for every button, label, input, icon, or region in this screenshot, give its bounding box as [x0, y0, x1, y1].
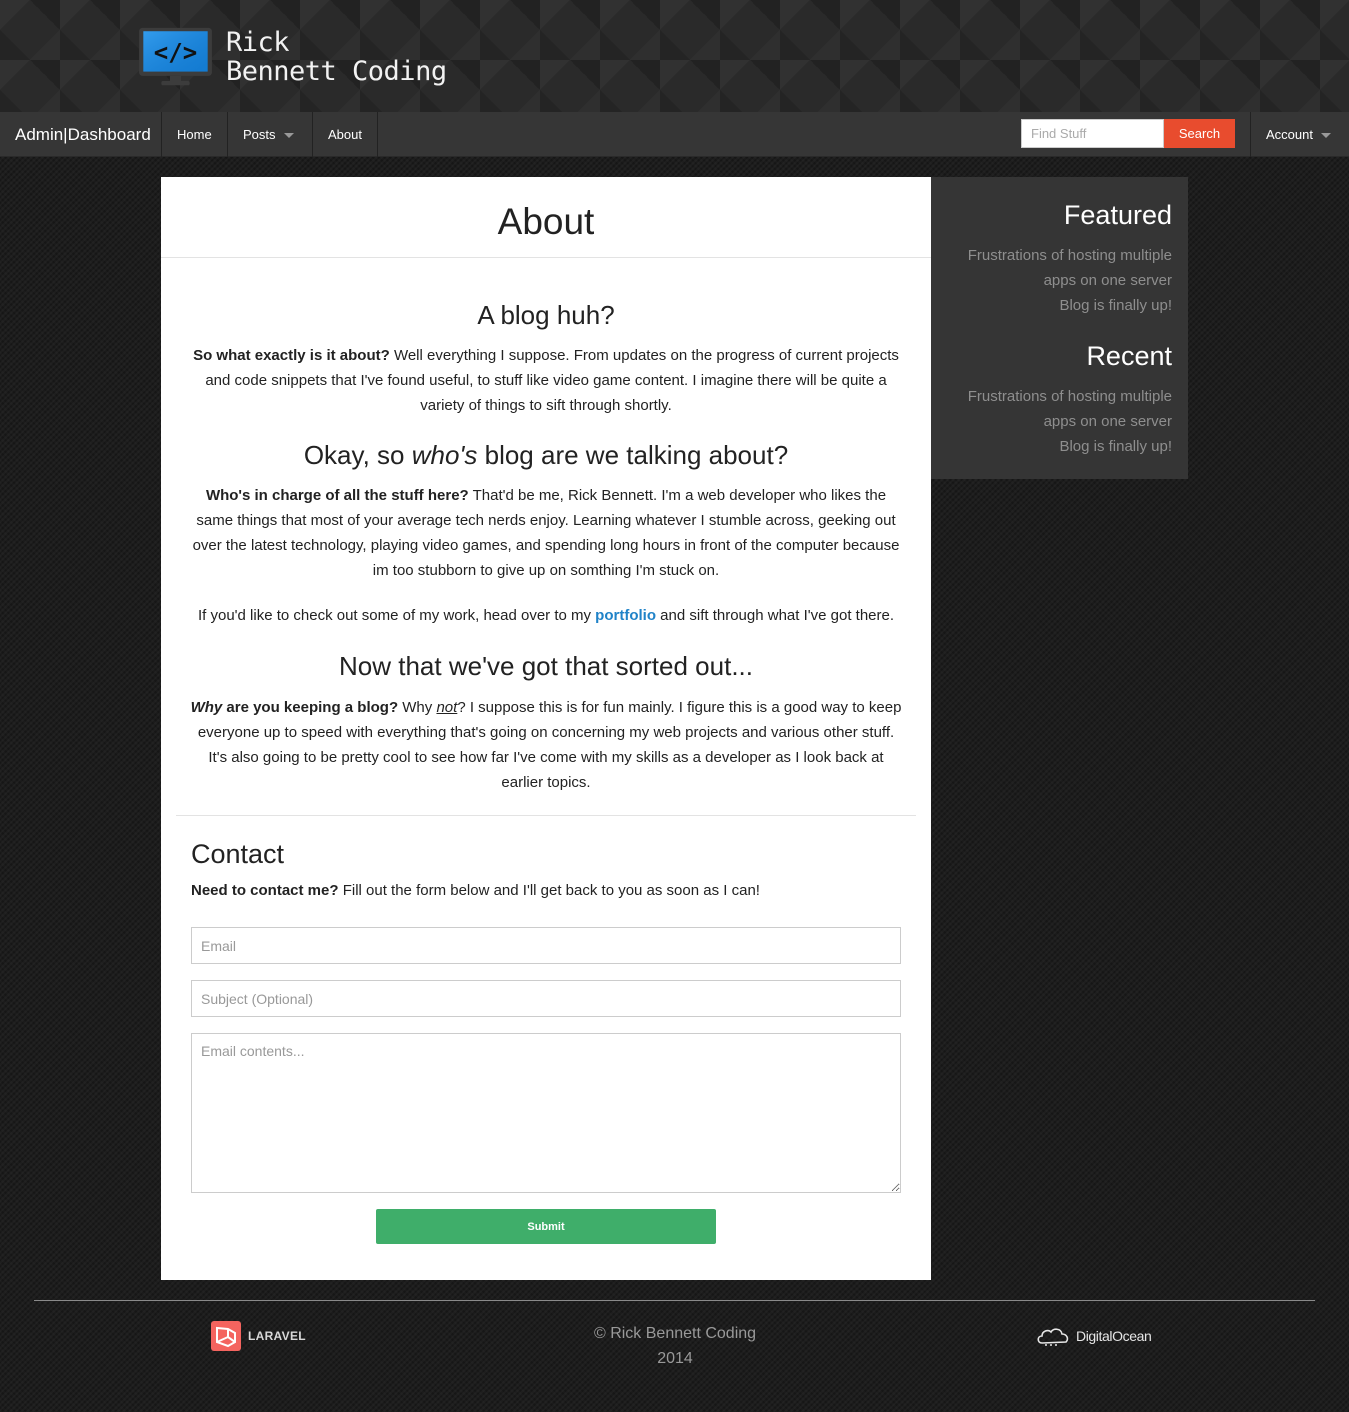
nav-posts-label: Posts: [243, 127, 276, 142]
underlined-emphasis: not: [436, 699, 458, 716]
section-heading-whos: Okay, so who's blog are we talking about…: [161, 440, 931, 471]
copyright-line: © Rick Bennett Coding: [593, 1325, 757, 1342]
featured-link[interactable]: Frustrations of hosting multiple apps on…: [942, 243, 1172, 293]
site-logo-text[interactable]: Rick Bennett Coding: [226, 28, 447, 86]
nav-home-label: Home: [177, 127, 212, 142]
laravel-label: LARAVEL: [248, 1329, 306, 1343]
email-contents-textarea[interactable]: [191, 1033, 901, 1193]
logo-line-1: Rick: [226, 27, 290, 58]
digitalocean-cloud-icon: [1037, 1328, 1069, 1346]
heading-part: Okay, so: [303, 440, 412, 470]
site-banner: </> Rick Bennett Coding: [0, 0, 1349, 112]
featured-link[interactable]: Blog is finally up!: [942, 293, 1172, 318]
contact-intro: Need to contact me? Fill out the form be…: [191, 882, 760, 899]
contact-heading: Contact: [191, 839, 285, 869]
nav-about[interactable]: About: [312, 112, 378, 157]
digitalocean-label: DigitalOcean: [1076, 1328, 1152, 1344]
paragraph-text: Why: [398, 699, 437, 716]
subject-field[interactable]: [191, 980, 901, 1017]
section-paragraph-why: Why are you keeping a blog? Why not? I s…: [189, 695, 903, 795]
nav-home[interactable]: Home: [161, 112, 227, 157]
recent-link[interactable]: Frustrations of hosting multiple apps on…: [942, 384, 1172, 434]
contact-intro-bold: Need to contact me?: [191, 882, 339, 899]
featured-heading: Featured: [1063, 200, 1172, 230]
paragraph-bold-lead: So what exactly is it about?: [193, 347, 390, 364]
section-paragraph-blog: So what exactly is it about? Well everyt…: [189, 343, 903, 418]
paragraph-bold-lead: Who's in charge of all the stuff here?: [205, 487, 469, 504]
title-divider: [161, 257, 931, 258]
logo-line-2: Bennett Coding: [226, 56, 447, 87]
heading-emphasis: who's: [411, 440, 478, 470]
sidebar: Featured Frustrations of hosting multipl…: [931, 177, 1188, 479]
nav-account-dropdown[interactable]: Account: [1250, 112, 1349, 157]
nav-posts-dropdown[interactable]: Posts: [227, 112, 309, 157]
nav-account-label: Account: [1266, 127, 1313, 142]
contact-divider: [176, 815, 916, 816]
section-paragraph-whos: Who's in charge of all the stuff here? T…: [189, 483, 903, 583]
footer-copyright: © Rick Bennett Coding 2014: [575, 1321, 775, 1371]
paragraph-text: If you'd like to check out some of my wo…: [197, 607, 596, 624]
admin-dashboard-brand[interactable]: Admin|Dashboard: [15, 112, 151, 157]
footer-divider: [34, 1300, 1315, 1301]
section-heading-sorted: Now that we've got that sorted out...: [339, 651, 753, 681]
heading-part: blog are we talking about?: [477, 440, 789, 470]
submit-button[interactable]: Submit: [376, 1209, 716, 1244]
about-card: About A blog huh? So what exactly is it …: [161, 177, 931, 1280]
bold-emphasis: Why: [190, 699, 223, 716]
section-heading-blog: A blog huh?: [477, 300, 615, 330]
portfolio-paragraph: If you'd like to check out some of my wo…: [181, 603, 911, 628]
bold-rest: are you keeping a blog?: [222, 699, 399, 716]
digitalocean-logo[interactable]: DigitalOcean: [1036, 1324, 1152, 1348]
svg-text:</>: </>: [154, 38, 197, 66]
recent-heading: Recent: [1086, 341, 1172, 371]
chevron-down-icon: [283, 133, 294, 139]
laravel-logo[interactable]: LARAVEL: [210, 1320, 306, 1352]
email-field[interactable]: [191, 927, 901, 964]
chevron-down-icon: [1320, 133, 1331, 139]
contact-intro-text: Fill out the form below and I'll get bac…: [338, 882, 760, 899]
portfolio-link[interactable]: portfolio: [595, 607, 656, 624]
paragraph-bold-lead: Why are you keeping a blog?: [191, 699, 399, 716]
laravel-icon: [211, 1321, 241, 1351]
paragraph-text: and sift through what I've got there.: [656, 607, 895, 624]
monitor-code-logo-icon[interactable]: </>: [132, 27, 219, 87]
nav-about-label: About: [328, 127, 362, 142]
search-input[interactable]: [1021, 119, 1164, 148]
page-title: About: [497, 201, 595, 242]
copyright-year: 2014: [657, 1350, 693, 1367]
search-button[interactable]: Search: [1164, 119, 1235, 148]
recent-link[interactable]: Blog is finally up!: [942, 434, 1172, 459]
